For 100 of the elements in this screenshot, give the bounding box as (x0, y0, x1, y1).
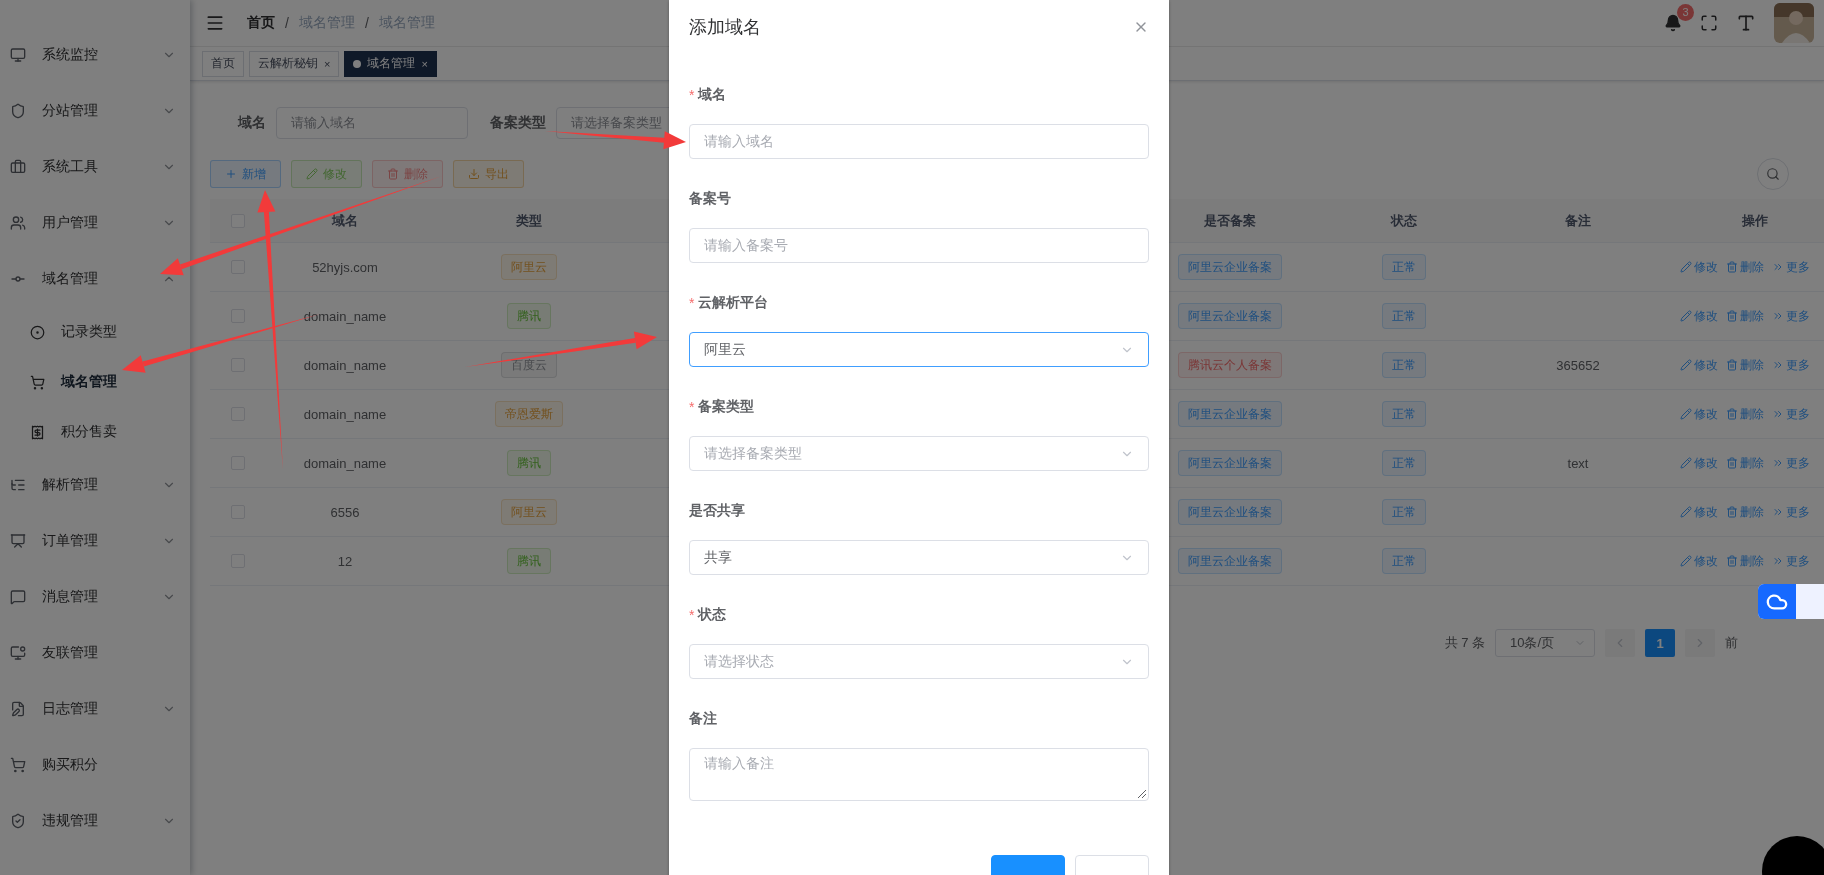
action-link[interactable]: 更多 (1772, 503, 1810, 521)
action-link[interactable]: 更多 (1772, 552, 1810, 570)
table-cell-text: text (1566, 455, 1590, 471)
prev-page-button[interactable] (1605, 629, 1635, 657)
textarea-field[interactable]: 请输入备注 (689, 748, 1149, 801)
required-mark: * (689, 399, 695, 415)
sidebar-item[interactable]: 系统工具 (0, 139, 190, 195)
action-link[interactable]: 更多 (1772, 356, 1810, 374)
download-icon (468, 168, 480, 180)
action-link[interactable]: 修改 (1680, 503, 1718, 521)
action-link[interactable]: 修改 (1680, 405, 1718, 423)
menu-icon (30, 374, 45, 390)
action-link[interactable]: 更多 (1772, 307, 1810, 325)
double-chevron-icon (1772, 408, 1784, 420)
resize-grip-icon[interactable] (1138, 790, 1146, 798)
double-chevron-icon (1772, 310, 1784, 322)
sidebar-item[interactable]: 消息管理 (0, 569, 190, 625)
select-field[interactable]: 请选择状态 (689, 644, 1149, 679)
input-field[interactable]: 请输入备案号 (689, 228, 1149, 263)
search-button[interactable] (1757, 158, 1789, 190)
action-link[interactable]: 更多 (1772, 405, 1810, 423)
double-chevron-icon (1772, 555, 1784, 567)
action-link[interactable]: 删除 (1726, 552, 1764, 570)
page-tab[interactable]: 云解析秘钥 × (249, 50, 340, 77)
page-size-select[interactable]: 10条/页 (1495, 629, 1595, 657)
trash-icon (1726, 408, 1738, 420)
trash-icon (1726, 261, 1738, 273)
sidebar-item[interactable]: 解析管理 (0, 457, 190, 513)
select-field[interactable]: 阿里云 (689, 332, 1149, 367)
field-label: 域名 (698, 86, 727, 104)
sidebar-item[interactable]: 购买积分 (0, 737, 190, 793)
search-icon (1766, 167, 1780, 181)
trash-icon (1726, 310, 1738, 322)
sidebar-item[interactable]: 日志管理 (0, 681, 190, 737)
select-field[interactable]: 请选择备案类型 (689, 436, 1149, 471)
breadcrumb-separator: / (364, 15, 369, 31)
double-chevron-icon (1772, 261, 1784, 273)
table-cell-text: 365652 (1555, 357, 1601, 373)
submenu-item[interactable]: 域名管理 (0, 357, 190, 407)
trash-icon (1726, 555, 1738, 567)
sidebar-item[interactable]: 订单管理 (0, 513, 190, 569)
menu-icon[interactable] (205, 13, 225, 33)
pencil-icon (1680, 408, 1692, 420)
page-tab[interactable]: 首页 (202, 50, 244, 77)
pencil-icon (1680, 555, 1692, 567)
menu-icon (10, 47, 26, 63)
field-label: 备案类型 (490, 114, 546, 132)
action-link[interactable]: 删除 (1726, 503, 1764, 521)
trash-icon (1726, 359, 1738, 371)
action-link[interactable]: 删除 (1726, 258, 1764, 276)
column-header: 类型 (515, 211, 543, 230)
breadcrumb-item[interactable]: 首页 (247, 14, 275, 32)
trash-icon (387, 168, 399, 180)
column-header: 域名 (330, 211, 359, 230)
pencil-icon (1680, 310, 1692, 322)
double-chevron-icon (1772, 457, 1784, 469)
sidebar-item[interactable]: 违规管理 (0, 793, 190, 849)
dialog-title: 添加域名 (689, 16, 761, 39)
field-label: 状态 (698, 606, 727, 624)
menu-icon (10, 757, 26, 773)
select-field[interactable]: 共享 (689, 540, 1149, 575)
sidebar-item[interactable]: 用户管理 (0, 195, 190, 251)
action-link[interactable]: 删除 (1726, 307, 1764, 325)
sidebar-item[interactable]: 分站管理 (0, 83, 190, 139)
action-link[interactable]: 修改 (1680, 307, 1718, 325)
action-link[interactable]: 修改 (1680, 356, 1718, 374)
table-cell-text: 12 (336, 553, 354, 569)
action-link[interactable]: 更多 (1772, 258, 1810, 276)
submenu-item[interactable]: 积分售卖 (0, 407, 190, 457)
field-label: 备注 (689, 710, 717, 728)
menu-icon (10, 701, 26, 717)
action-link[interactable]: 修改 (1680, 258, 1718, 276)
next-page-button[interactable] (1685, 629, 1715, 657)
field-label: 云解析平台 (698, 294, 769, 312)
action-link[interactable]: 删除 (1726, 405, 1764, 423)
table-cell-text: domain_name (302, 406, 388, 422)
bell-icon[interactable] (1664, 14, 1682, 32)
pencil-icon (1680, 359, 1692, 371)
input-field[interactable]: 请输入域名 (689, 124, 1149, 159)
page-button[interactable]: 1 (1645, 629, 1675, 657)
trash-icon (1726, 457, 1738, 469)
floating-widget[interactable] (1758, 584, 1824, 619)
field-label: 是否共享 (689, 502, 745, 520)
action-link[interactable]: 更多 (1772, 454, 1810, 472)
action-link[interactable]: 修改 (1680, 552, 1718, 570)
page-tab[interactable]: 域名管理 × (344, 50, 437, 77)
submenu-item[interactable]: 记录类型 (0, 307, 190, 357)
action-link[interactable]: 删除 (1726, 356, 1764, 374)
menu-icon (10, 533, 26, 549)
table-cell-text: domain_name (302, 308, 388, 324)
sidebar-item[interactable]: 域名管理 (0, 251, 190, 307)
required-mark: * (689, 295, 695, 311)
fullscreen-icon[interactable] (1700, 14, 1718, 32)
action-link[interactable]: 删除 (1726, 454, 1764, 472)
avatar[interactable] (1774, 3, 1814, 43)
menu-icon (30, 324, 45, 340)
action-link[interactable]: 修改 (1680, 454, 1718, 472)
sidebar-item[interactable]: 系统监控 (0, 27, 190, 83)
sidebar-item[interactable]: 友联管理 (0, 625, 190, 681)
font-size-icon[interactable] (1736, 13, 1756, 33)
